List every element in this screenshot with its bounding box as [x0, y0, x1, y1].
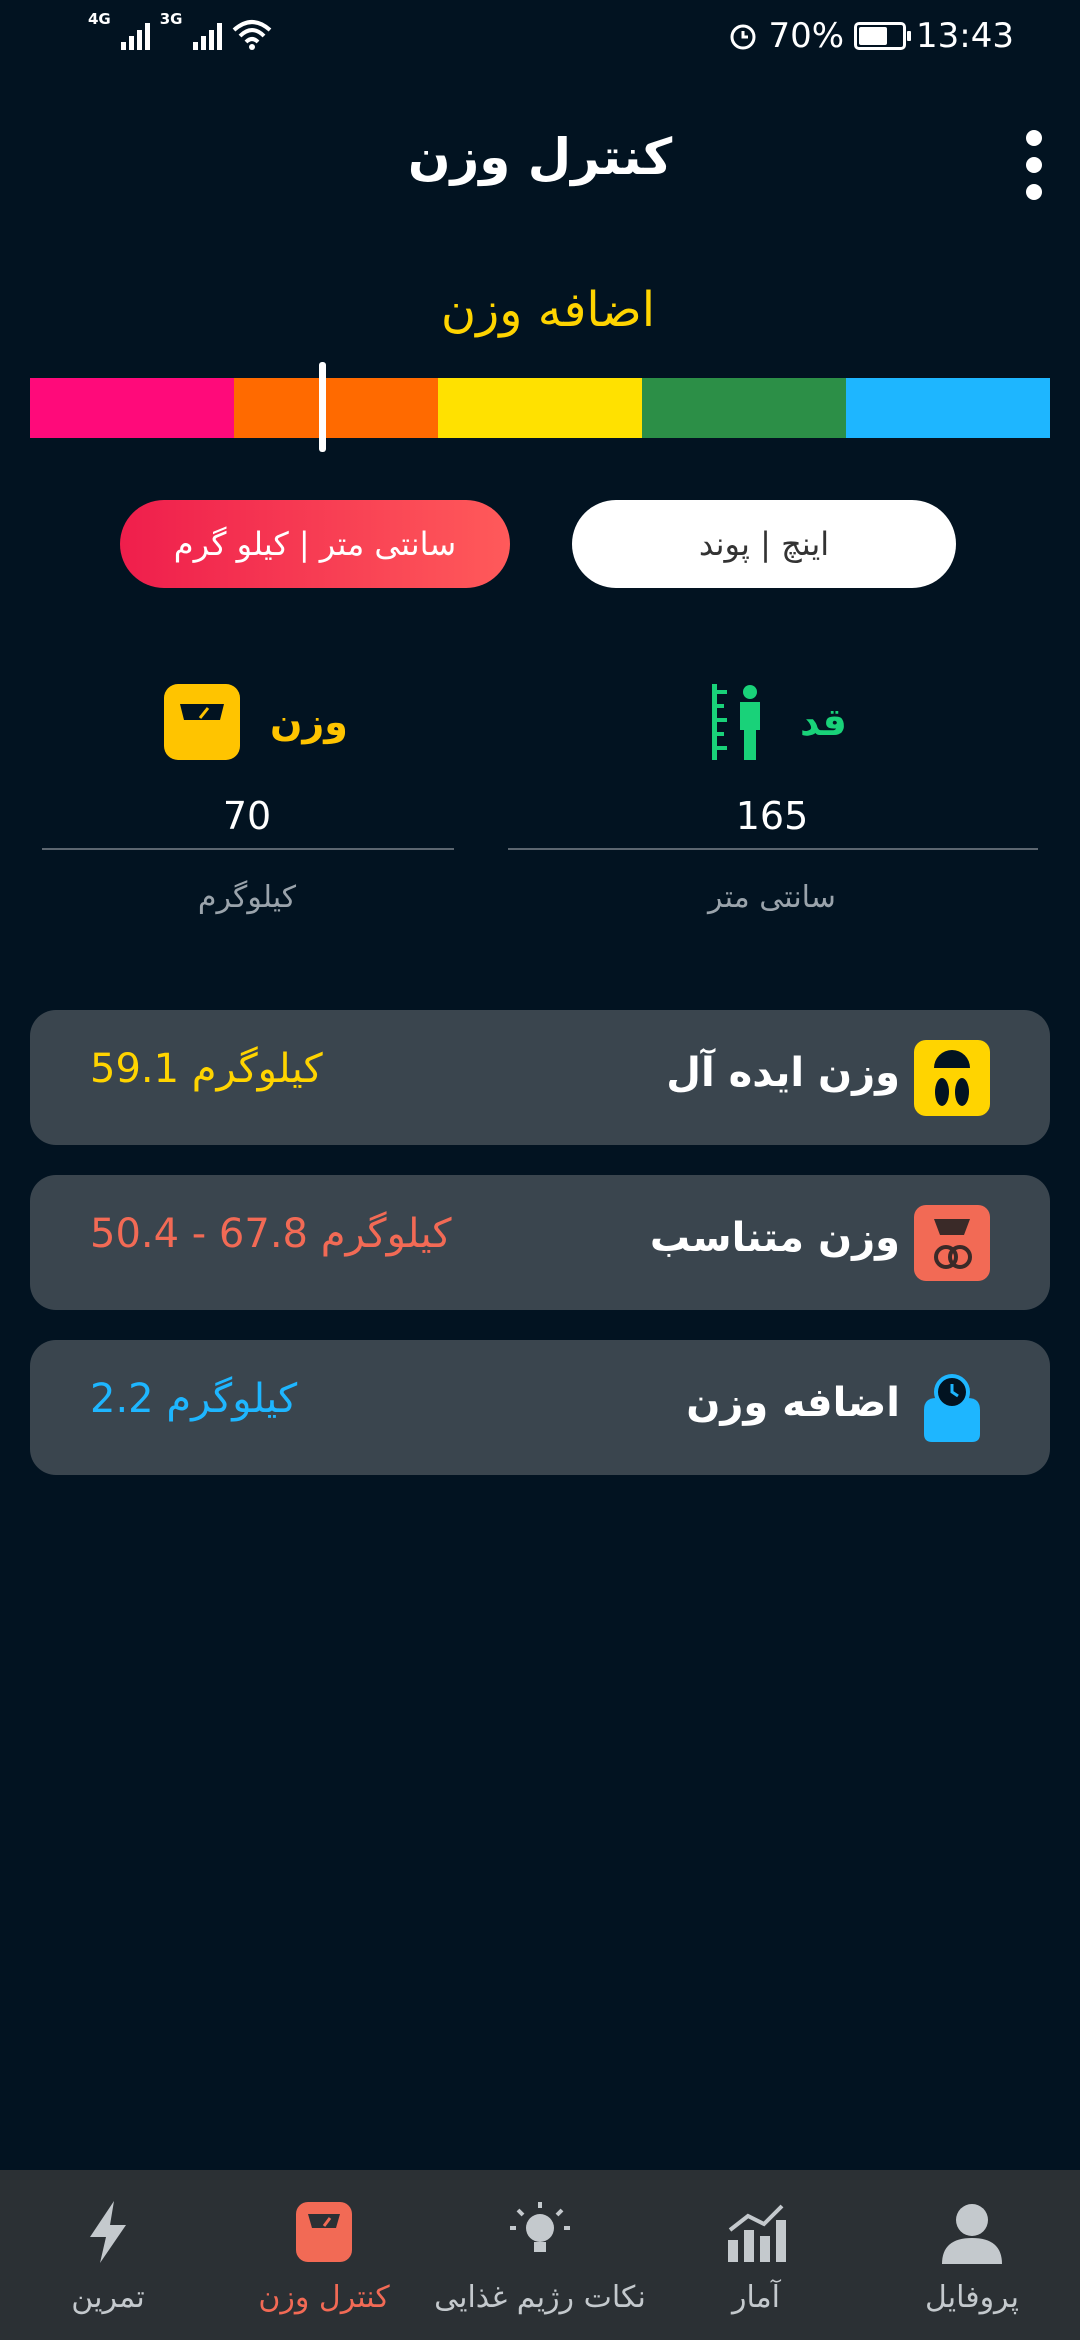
bmi-scale-segment-4 — [642, 378, 846, 438]
battery-percent: 70% — [768, 16, 845, 56]
healthy-weight-value: 50.4 - 67.8 کیلوگرم — [90, 1211, 452, 1257]
overflow-menu-icon[interactable] — [1014, 130, 1054, 200]
nav-label: پروفایل — [925, 2280, 1019, 2315]
weight-unit: کیلوگرم — [197, 880, 297, 915]
nav-item-weight-control[interactable]: کنترل وزن — [216, 2170, 432, 2340]
overweight-title: اضافه وزن — [686, 1380, 900, 1426]
ideal-weight-value: 59.1 کیلوگرم — [90, 1046, 323, 1092]
nav-item-profile[interactable]: پروفایل — [864, 2170, 1080, 2340]
bmi-status-label: اضافه وزن — [440, 282, 656, 338]
signal-icon — [192, 20, 222, 50]
chart-icon — [724, 2200, 788, 2264]
wifi-icon — [232, 20, 271, 50]
network-type-1: 4G — [88, 10, 111, 28]
bmi-marker — [318, 362, 326, 452]
alarm-icon — [730, 24, 756, 50]
weight-underline — [42, 848, 454, 850]
clock: 13:43 — [916, 16, 1014, 56]
nav-label: کنترل وزن — [258, 2280, 390, 2315]
bottom-navigation: تمرین کنترل وزن نکات رژیم غذایی آمار پرو… — [0, 2170, 1080, 2340]
weight-input[interactable]: 70 — [42, 794, 452, 838]
network-type-2: 3G — [159, 10, 183, 28]
imperial-units-button[interactable]: اینچ | پوند — [572, 500, 956, 588]
nav-item-stats[interactable]: آمار — [648, 2170, 864, 2340]
status-bar: 4G 3G 70% 13:43 — [0, 0, 1080, 80]
bmi-scale — [30, 378, 1050, 438]
ideal-weight-card: وزن ایده آل 59.1 کیلوگرم — [30, 1010, 1050, 1145]
nav-label: تمرین — [71, 2280, 145, 2315]
nav-label: آمار — [731, 2280, 781, 2315]
feet-scale-icon — [914, 1040, 990, 1116]
height-label: قد — [800, 700, 847, 744]
body-clock-icon — [914, 1370, 990, 1446]
weight-scale-icon — [164, 684, 240, 760]
height-unit: سانتی متر — [708, 880, 836, 915]
scale-apple-icon — [914, 1205, 990, 1281]
healthy-weight-card: وزن متناسب 50.4 - 67.8 کیلوگرم — [30, 1175, 1050, 1310]
nav-item-workout[interactable]: تمرین — [0, 2170, 216, 2340]
height-underline — [508, 848, 1038, 850]
signal-icon — [120, 20, 150, 50]
bmi-scale-segment-1 — [30, 378, 234, 438]
network-indicators: 4G 3G — [88, 10, 272, 50]
weight-label: وزن — [270, 700, 348, 744]
metric-units-button[interactable]: سانتی متر | کیلو گرم — [120, 500, 510, 588]
healthy-weight-title: وزن متناسب — [649, 1215, 900, 1261]
nav-label: نکات رژیم غذایی — [434, 2280, 646, 2315]
status-right: 70% 13:43 — [728, 16, 1014, 56]
overweight-value: 2.2 کیلوگرم — [90, 1376, 298, 1422]
height-input[interactable]: 165 — [508, 794, 1036, 838]
scale-icon — [292, 2200, 356, 2264]
bulb-icon — [508, 2200, 572, 2264]
ideal-weight-title: وزن ایده آل — [666, 1050, 900, 1096]
page-title: کنترل وزن — [407, 128, 673, 186]
bmi-scale-segment-5 — [846, 378, 1050, 438]
bmi-scale-segment-2 — [234, 378, 438, 438]
nav-item-diet-tips[interactable]: نکات رژیم غذایی — [432, 2170, 648, 2340]
person-icon — [940, 2200, 1004, 2264]
lightning-icon — [76, 2200, 140, 2264]
battery-icon — [854, 22, 912, 50]
bmi-scale-segment-3 — [438, 378, 642, 438]
height-ruler-icon — [712, 684, 760, 760]
overweight-card: اضافه وزن 2.2 کیلوگرم — [30, 1340, 1050, 1475]
